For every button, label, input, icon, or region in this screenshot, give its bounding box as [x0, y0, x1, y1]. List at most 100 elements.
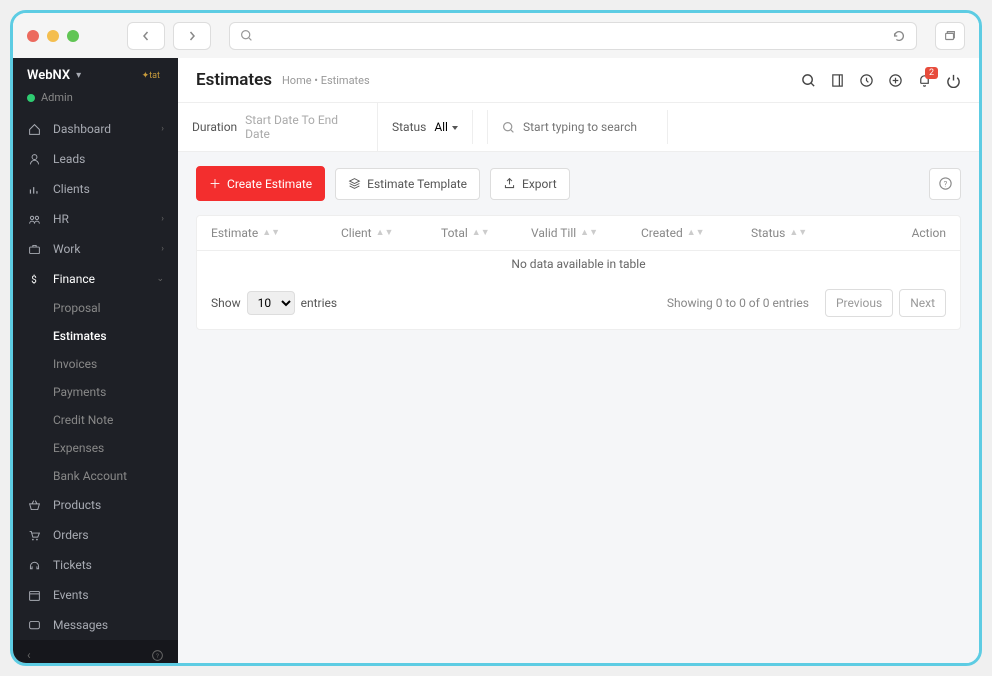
notification-badge: 2 [925, 67, 938, 79]
previous-button[interactable]: Previous [825, 289, 893, 317]
table-header: Estimate▲▼ Client▲▼ Total▲▼ Valid Till▲▼… [197, 216, 960, 251]
main-panel: Estimates Home • Estimates 2 Duration [178, 58, 979, 663]
reload-icon[interactable] [892, 29, 906, 43]
sort-icon: ▲▼ [687, 229, 705, 238]
chevron-down-icon: ▾ [76, 70, 81, 81]
sidebar-item-work[interactable]: Work › [13, 234, 178, 264]
sidebar-item-label: Clients [53, 182, 90, 196]
sidebar-item-finance[interactable]: $ Finance ⌄ [13, 264, 178, 294]
bell-icon[interactable]: 2 [917, 73, 932, 88]
home-icon [27, 123, 41, 136]
status-filter[interactable]: Status All [378, 110, 473, 144]
sub-item-estimates[interactable]: Estimates [13, 322, 178, 350]
briefcase-icon [27, 243, 41, 256]
filter-label: Duration [192, 120, 237, 134]
note-icon[interactable] [830, 73, 845, 88]
tabs-button[interactable] [935, 22, 965, 50]
sort-icon: ▲▼ [580, 229, 598, 238]
col-valid-till[interactable]: Valid Till▲▼ [531, 226, 641, 240]
sidebar-item-hr[interactable]: HR › [13, 204, 178, 234]
brand-name: WebNX [27, 68, 70, 83]
sub-item-bank-account[interactable]: Bank Account [13, 462, 178, 490]
create-estimate-button[interactable]: ＋ Create Estimate [196, 166, 325, 201]
action-bar: ＋ Create Estimate Estimate Template Expo… [196, 166, 961, 201]
collapse-icon[interactable]: ‹ [27, 648, 31, 662]
sub-item-expenses[interactable]: Expenses [13, 434, 178, 462]
chevron-down-icon: ⌄ [156, 274, 164, 284]
table-footer: Show 10 entries Showing 0 to 0 of 0 entr… [197, 277, 960, 329]
minimize-window[interactable] [47, 30, 59, 42]
page-size-select[interactable]: 10 [247, 291, 295, 315]
sidebar-item-label: Events [53, 588, 89, 602]
close-window[interactable] [27, 30, 39, 42]
show-label: Show [211, 296, 241, 310]
sidebar-item-orders[interactable]: Orders [13, 520, 178, 550]
col-total[interactable]: Total▲▼ [441, 226, 531, 240]
person-icon [27, 153, 41, 166]
plus-icon: ＋ [209, 175, 221, 192]
help-button[interactable]: ? [929, 168, 961, 200]
address-bar[interactable] [229, 22, 917, 50]
sidebar-item-products[interactable]: Products [13, 490, 178, 520]
estimate-template-button[interactable]: Estimate Template [335, 168, 480, 200]
power-icon[interactable] [946, 73, 961, 88]
search-icon[interactable] [801, 73, 816, 88]
sidebar-item-label: Work [53, 242, 80, 256]
brand-row[interactable]: WebNX ▾ ✦tat [13, 58, 178, 91]
sidebar-item-label: Messages [53, 618, 108, 632]
col-status[interactable]: Status▲▼ [751, 226, 851, 240]
search-input[interactable] [523, 120, 653, 134]
filter-placeholder: Start Date To End Date [245, 113, 363, 141]
sub-item-credit-note[interactable]: Credit Note [13, 406, 178, 434]
chevron-right-icon: › [161, 214, 164, 224]
sidebar-item-messages[interactable]: Messages [13, 610, 178, 640]
content-area: ＋ Create Estimate Estimate Template Expo… [178, 152, 979, 663]
sidebar: WebNX ▾ ✦tat Admin Dashboard › Leads Cli… [13, 58, 178, 663]
app-shell: WebNX ▾ ✦tat Admin Dashboard › Leads Cli… [13, 58, 979, 663]
sidebar-item-leads[interactable]: Leads [13, 144, 178, 174]
plus-circle-icon[interactable] [888, 73, 903, 88]
button-label: Create Estimate [227, 177, 312, 191]
next-button[interactable]: Next [899, 289, 946, 317]
chevron-right-icon: › [161, 244, 164, 254]
sidebar-footer: ‹ ? [13, 640, 178, 663]
search-cell [487, 110, 668, 144]
sub-item-proposal[interactable]: Proposal [13, 294, 178, 322]
duration-filter[interactable]: Duration Start Date To End Date [178, 103, 378, 151]
sidebar-item-label: Dashboard [53, 122, 111, 136]
back-button[interactable] [127, 22, 165, 50]
page-title: Estimates [196, 70, 272, 90]
maximize-window[interactable] [67, 30, 79, 42]
export-button[interactable]: Export [490, 168, 570, 200]
help-icon[interactable]: ? [151, 649, 164, 662]
sort-icon: ▲▼ [262, 229, 280, 238]
sidebar-item-clients[interactable]: Clients [13, 174, 178, 204]
breadcrumb: Home • Estimates [282, 74, 370, 87]
filter-label: Status [392, 120, 426, 134]
message-icon [27, 619, 41, 632]
empty-row: No data available in table [197, 251, 960, 277]
status-dot [27, 94, 35, 102]
sidebar-item-tickets[interactable]: Tickets [13, 550, 178, 580]
sidebar-item-events[interactable]: Events [13, 580, 178, 610]
clock-icon[interactable] [859, 73, 874, 88]
svg-text:?: ? [943, 179, 947, 188]
col-created[interactable]: Created▲▼ [641, 226, 751, 240]
search-icon [502, 121, 515, 134]
headset-icon [27, 559, 41, 572]
sidebar-item-dashboard[interactable]: Dashboard › [13, 114, 178, 144]
col-client[interactable]: Client▲▼ [341, 226, 441, 240]
search-icon [240, 29, 253, 42]
sub-item-invoices[interactable]: Invoices [13, 350, 178, 378]
sort-icon: ▲▼ [789, 229, 807, 238]
sidebar-item-label: Finance [53, 272, 95, 286]
sub-item-payments[interactable]: Payments [13, 378, 178, 406]
forward-button[interactable] [173, 22, 211, 50]
admin-label: Admin [41, 91, 73, 104]
svg-text:$: $ [31, 274, 36, 285]
entries-label: entries [301, 296, 337, 310]
svg-text:?: ? [156, 651, 159, 659]
col-estimate[interactable]: Estimate▲▼ [211, 226, 341, 240]
titlebar [13, 13, 979, 58]
browser-window: WebNX ▾ ✦tat Admin Dashboard › Leads Cli… [10, 10, 982, 666]
